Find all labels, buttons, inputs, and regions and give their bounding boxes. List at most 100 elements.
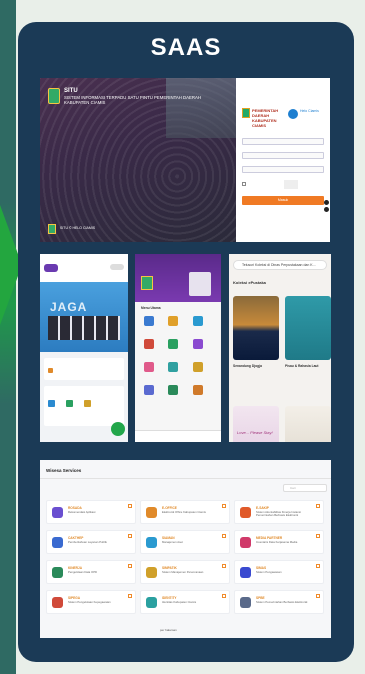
page-title: SAAS <box>150 34 222 61</box>
section-title: Koleksi ePustaka <box>233 280 266 285</box>
menu-grid <box>141 314 217 406</box>
service-card[interactable]: SPBE Sistem Pemerintahan Berbasis Elektro… <box>234 590 324 614</box>
external-link-icon[interactable] <box>222 534 226 538</box>
service-app-icon <box>146 507 157 518</box>
service-description: Identitas Kabupaten Ciamis <box>162 600 197 604</box>
service-description: Sistem Akuntabilitas Kinerja Instansi Pe… <box>256 510 301 518</box>
book-title: Senandung Djogja <box>233 364 262 368</box>
login-button[interactable]: Masuk <box>242 196 324 205</box>
service-card[interactable]: ROSADA Rekomendasi Aplikasi <box>46 500 136 524</box>
external-link-icon[interactable] <box>128 504 132 508</box>
book-title: Love... Please Stay! <box>237 430 273 435</box>
external-link-icon[interactable] <box>222 564 226 568</box>
menu-icon[interactable] <box>168 362 179 372</box>
service-card[interactable]: SIMPATIK Sistem Manajemen Perencanaan <box>140 560 230 584</box>
service-description: Inventaris Data Kerjasama Media <box>256 540 298 544</box>
external-link-icon[interactable] <box>128 534 132 538</box>
service-description: Rekomendasi Aplikasi <box>68 510 96 514</box>
service-card[interactable]: SIMAS Sistem Pengawasan <box>234 560 324 584</box>
external-link-icon[interactable] <box>222 594 226 598</box>
bottom-nav[interactable] <box>135 430 221 442</box>
menu-title: Menu Utama <box>141 306 161 310</box>
helo-ciamis-text: Helo Ciamis <box>300 109 319 113</box>
situ-hero: SITU SISTEM INFORMASI TERPADU SATU PINTU… <box>40 78 236 242</box>
carousel-dots[interactable] <box>324 200 329 214</box>
menu-icon[interactable] <box>192 316 203 326</box>
service-card[interactable]: E-OFFICE Elektronik Office Kabupaten Ciam… <box>140 500 230 524</box>
external-link-icon[interactable] <box>128 564 132 568</box>
service-description: Sistem Pengelolaan Kepegawaian <box>68 600 111 604</box>
services-search-input[interactable]: Cari <box>283 484 327 492</box>
menu-icon[interactable] <box>144 316 154 326</box>
book-cover[interactable] <box>285 406 331 442</box>
situ-login-screenshot: SITU SISTEM INFORMASI TERPADU SATU PINTU… <box>40 78 330 242</box>
password-field[interactable] <box>242 152 324 159</box>
menu-icon[interactable] <box>110 264 124 270</box>
left-decor-band <box>0 0 16 674</box>
book-cover[interactable]: Love... Please Stay! <box>233 406 279 442</box>
situ-footer: SITU © HELO CIAMIS <box>60 226 96 230</box>
username-field[interactable] <box>242 138 324 145</box>
menu-icon[interactable] <box>144 362 154 372</box>
menu-icon[interactable] <box>192 362 203 372</box>
menu-icon[interactable] <box>144 385 154 395</box>
external-link-icon[interactable] <box>316 504 320 508</box>
whatsapp-button[interactable] <box>111 422 125 436</box>
service-card[interactable]: KINERJA Pengelolaan Data OPD <box>46 560 136 584</box>
service-app-icon <box>52 567 63 578</box>
service-box-1[interactable] <box>44 358 124 380</box>
external-link-icon[interactable] <box>222 504 226 508</box>
menu-icon[interactable] <box>168 316 179 326</box>
menu-icon[interactable] <box>144 339 154 349</box>
menu-icon[interactable] <box>168 385 179 395</box>
ciamis-logo-small-icon <box>48 224 56 234</box>
menu-icon[interactable] <box>168 339 179 349</box>
service-card[interactable]: E-SAKIP Sistem Akuntabilitas Kinerja Inst… <box>234 500 324 524</box>
saas-card: SAAS SITU SISTEM INFORMASI TERPADU SATU … <box>18 22 354 662</box>
service-app-icon <box>240 537 251 548</box>
service-description: Sistem Pemerintahan Berbasis Elektronik <box>256 600 308 604</box>
service-description: Manajemen Aset <box>162 540 183 544</box>
ciamis-logo-icon <box>141 276 153 290</box>
service-description: Pemberitahuan Layanan Publik <box>68 540 107 544</box>
helo-ciamis-icon <box>288 109 298 119</box>
external-link-icon[interactable] <box>128 594 132 598</box>
external-link-icon[interactable] <box>316 564 320 568</box>
wisesa-services-screenshot: Wisesa Services Cari ROSADA Rekomendasi A… <box>40 460 331 638</box>
services-title: Wisesa Services <box>46 468 82 473</box>
ciamis-logo-text: PEMERINTAH DAERAH KABUPATEN CIAMIS <box>252 108 279 128</box>
portal-header <box>135 254 221 302</box>
service-card[interactable]: IDENTITY Identitas Kabupaten Ciamis <box>140 590 230 614</box>
book-cover[interactable] <box>285 296 331 360</box>
service-app-icon <box>240 597 251 608</box>
service-card[interactable]: SIAMAN Manajemen Aset <box>140 530 230 554</box>
service-app-icon <box>52 507 63 518</box>
menu-icon[interactable] <box>192 385 203 395</box>
service-description: Elektronik Office Kabupaten Ciamis <box>162 510 206 514</box>
ciamis-logo-icon <box>48 88 60 104</box>
portal-mobile-screenshot: Menu Utama <box>135 254 221 442</box>
service-box-2[interactable] <box>44 386 124 426</box>
book-cover[interactable] <box>233 296 279 360</box>
captcha-field[interactable] <box>242 166 324 173</box>
search-input[interactable]: Telusuri Koleksi di Dinas Perpustakaan d… <box>233 260 327 270</box>
service-app-icon <box>52 597 63 608</box>
service-description: Sistem Pengawasan <box>256 570 282 574</box>
service-icon <box>66 400 73 407</box>
menu-icon[interactable] <box>192 339 203 349</box>
situ-app-name: SITU <box>64 88 78 94</box>
ppid-banner: JAGA <box>40 282 128 352</box>
external-link-icon[interactable] <box>316 534 320 538</box>
pager[interactable]: per halaman <box>160 628 177 632</box>
service-card[interactable]: CAKTHEP Pemberitahuan Layanan Publik <box>46 530 136 554</box>
service-card[interactable]: MEDIA PARTNER Inventaris Data Kerjasama M… <box>234 530 324 554</box>
service-app-icon <box>146 567 157 578</box>
captcha-image <box>284 180 298 189</box>
service-description: Pengelolaan Data OPD <box>68 570 98 574</box>
situ-app-subtitle: SISTEM INFORMASI TERPADU SATU PINTU PEME… <box>64 95 201 105</box>
external-link-icon[interactable] <box>316 594 320 598</box>
remember-checkbox[interactable] <box>242 182 246 186</box>
banner-text: JAGA <box>50 300 88 314</box>
ciamis-logo-icon <box>242 108 250 118</box>
service-card[interactable]: SIPEGA Sistem Pengelolaan Kepegawaian <box>46 590 136 614</box>
